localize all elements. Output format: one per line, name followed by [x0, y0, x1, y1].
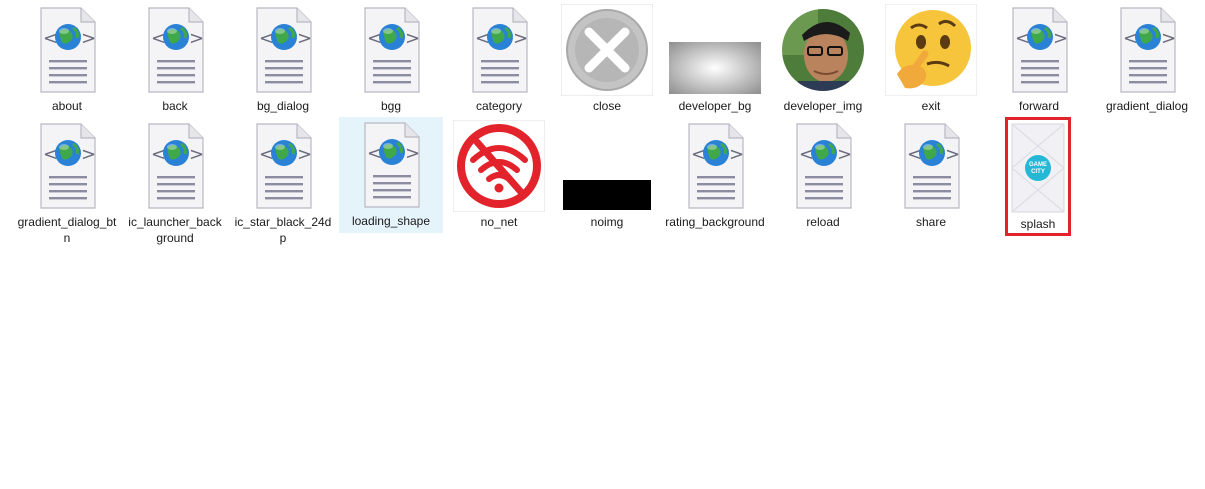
svg-text:>: > — [405, 143, 420, 164]
xml-file-icon: < > — [991, 2, 1087, 98]
xml-file-icon: < > — [127, 2, 223, 98]
file-item-noimg[interactable]: noimg — [555, 118, 659, 230]
file-label: rating_background — [665, 215, 765, 229]
svg-text:>: > — [1053, 28, 1068, 49]
svg-text:>: > — [729, 144, 744, 165]
xml-file-icon: < > — [127, 118, 223, 214]
file-label: no_net — [480, 215, 518, 229]
xml-file-icon: < > — [19, 118, 115, 214]
file-label: gradient_dialog_btn — [17, 215, 117, 245]
file-label: loading_shape — [351, 214, 431, 228]
file-label: reload — [806, 215, 840, 229]
xml-file-icon: < > — [775, 118, 871, 214]
file-label: share — [915, 215, 947, 229]
svg-text:>: > — [513, 28, 528, 49]
file-item-splash[interactable]: GAME CITY splash — [1005, 117, 1071, 236]
no-wifi-icon — [451, 118, 547, 214]
globe-document-icon: < > — [796, 123, 852, 209]
globe-document-icon: < > — [40, 7, 96, 93]
file-item-gradient-dialog-btn[interactable]: < > gradient_dialog_btn — [15, 118, 119, 246]
xml-file-icon: < > — [1099, 2, 1195, 98]
file-label: category — [475, 99, 523, 113]
globe-document-icon: < > — [472, 7, 528, 93]
globe-document-icon: < > — [364, 122, 420, 208]
svg-text:>: > — [81, 28, 96, 49]
svg-text:>: > — [81, 144, 96, 165]
black-image-thumbnail — [559, 118, 655, 214]
file-item-rating-background[interactable]: < > rating_background — [663, 118, 767, 230]
globe-document-icon: < > — [256, 7, 312, 93]
file-label: forward — [1018, 99, 1059, 113]
globe-document-icon: < > — [904, 123, 960, 209]
xml-file-icon: < > — [343, 2, 439, 98]
file-item-developer-img[interactable]: developer_img — [771, 2, 875, 114]
file-label: bgg — [380, 99, 402, 113]
xml-file-icon: < > — [343, 117, 439, 213]
splash-logo-text-2: CITY — [1031, 169, 1045, 175]
file-item-ic-launcher-background[interactable]: < > ic_launcher_background — [123, 118, 227, 246]
svg-text:>: > — [1161, 28, 1176, 49]
svg-text:>: > — [405, 28, 420, 49]
file-item-loading-shape[interactable]: < > loading_shape — [339, 117, 443, 233]
close-image-thumbnail — [559, 2, 655, 98]
file-item-category[interactable]: < > category — [447, 2, 551, 114]
globe-document-icon: < > — [1012, 7, 1068, 93]
svg-text:>: > — [297, 28, 312, 49]
globe-document-icon: < > — [1120, 7, 1176, 93]
gradient-image-thumbnail — [667, 2, 763, 98]
file-label: ic_launcher_background — [128, 215, 222, 245]
file-label: gradient_dialog — [1105, 99, 1189, 113]
globe-document-icon: < > — [256, 123, 312, 209]
xml-file-icon: < > — [235, 2, 331, 98]
splash-logo-text-1: GAME — [1029, 162, 1047, 168]
file-label: splash — [1020, 217, 1056, 231]
xml-file-icon: < > — [19, 2, 115, 98]
file-label: exit — [921, 99, 941, 113]
file-label: developer_bg — [678, 99, 752, 113]
avatar — [775, 2, 871, 98]
file-item-bgg[interactable]: < > bgg — [339, 2, 443, 114]
file-label: noimg — [590, 215, 624, 229]
xml-file-icon: < > — [451, 2, 547, 98]
xml-file-icon: < > — [235, 118, 331, 214]
svg-text:>: > — [297, 144, 312, 165]
file-item-bg-dialog[interactable]: < > bg_dialog — [231, 2, 335, 114]
file-grid: < > about < > back < > bg_dialog < > bgg… — [0, 0, 1205, 489]
globe-document-icon: < > — [364, 7, 420, 93]
svg-text:>: > — [189, 28, 204, 49]
file-item-share[interactable]: < > share — [879, 118, 983, 230]
file-item-about[interactable]: < > about — [15, 2, 119, 114]
file-label: close — [592, 99, 621, 113]
globe-document-icon: < > — [40, 123, 96, 209]
xml-file-icon: < > — [883, 118, 979, 214]
file-item-forward[interactable]: < > forward — [987, 2, 1091, 114]
file-item-exit[interactable]: exit — [879, 2, 983, 114]
file-label: about — [51, 99, 83, 113]
file-item-ic-star-black-24dp[interactable]: < > ic_star_black_24dp — [231, 118, 335, 246]
globe-document-icon: < > — [688, 123, 744, 209]
file-item-developer-bg[interactable]: developer_bg — [663, 2, 767, 114]
file-label: bg_dialog — [256, 99, 310, 113]
close-icon — [561, 4, 653, 96]
xml-file-icon: < > — [667, 118, 763, 214]
file-item-gradient-dialog[interactable]: < > gradient_dialog — [1095, 2, 1199, 114]
file-item-back[interactable]: < > back — [123, 2, 227, 114]
file-label: developer_img — [783, 99, 863, 113]
file-item-no-net[interactable]: no_net — [447, 118, 551, 230]
globe-document-icon: < > — [148, 7, 204, 93]
globe-document-icon: < > — [148, 123, 204, 209]
splash-image-thumbnail: GAME CITY — [1008, 120, 1068, 216]
file-label: back — [162, 99, 188, 113]
thinking-emoji-icon — [883, 2, 979, 98]
file-item-close[interactable]: close — [555, 2, 659, 114]
file-label: ic_star_black_24dp — [234, 215, 332, 245]
svg-text:>: > — [945, 144, 960, 165]
svg-text:>: > — [837, 144, 852, 165]
svg-text:>: > — [189, 144, 204, 165]
file-item-reload[interactable]: < > reload — [771, 118, 875, 230]
